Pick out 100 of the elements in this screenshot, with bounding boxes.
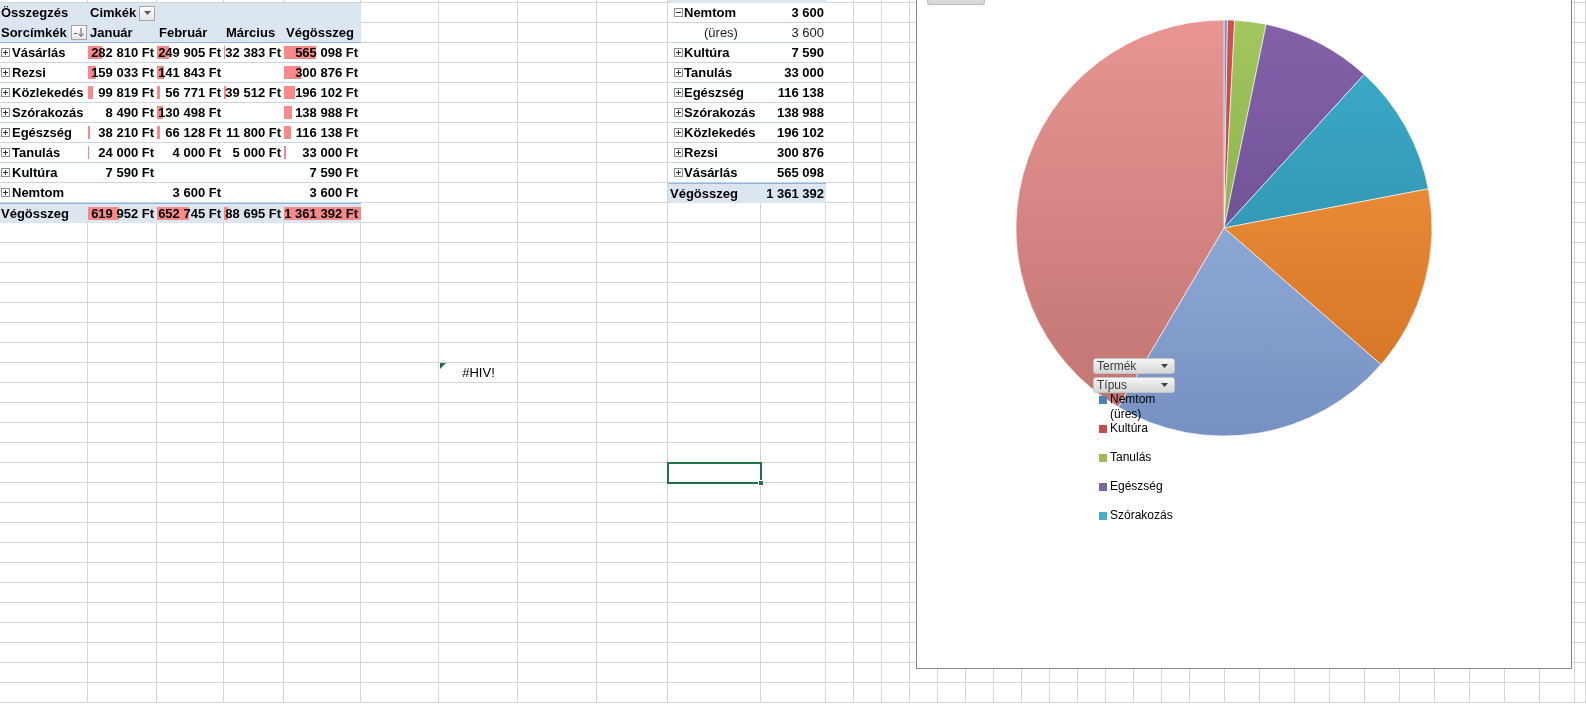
caret-icon [1161, 383, 1168, 387]
legend-label: Szórakozás [1110, 508, 1173, 523]
cell-value: 7 590 Ft [309, 163, 358, 182]
row-label: Egészség [12, 123, 72, 142]
expand-icon[interactable] [1, 48, 10, 57]
cell-value: 33 000 Ft [302, 143, 358, 162]
row-label: Nemtom [684, 3, 736, 22]
cell-value: 3 600 [791, 3, 824, 22]
cell-value: 1 361 392 Ft [284, 204, 358, 223]
cell-value: 56 771 Ft [165, 83, 221, 102]
legend-label: (üres) [1110, 407, 1143, 422]
row-label: Szórakozás [684, 103, 756, 122]
field-button[interactable]: Típus [1093, 377, 1175, 393]
legend-label: Kultúra [1110, 421, 1149, 436]
cell-value: 619 952 Ft [91, 204, 154, 223]
row-label: Rezsi [684, 143, 718, 162]
cell-value: 88 695 Ft [225, 204, 281, 223]
cell-value: 130 498 Ft [158, 103, 221, 122]
cell-value: 138 988 Ft [295, 103, 358, 122]
field-label: Összegzés [1, 4, 69, 23]
expand-icon[interactable] [1, 128, 10, 137]
cell-value: 652 745 Ft [158, 204, 221, 223]
cell-value: 8 490 Ft [105, 103, 154, 122]
cell-value: 1 361 392 [766, 184, 824, 203]
row-label: Szórakozás [12, 103, 84, 122]
row-label: Vásárlás [12, 43, 66, 62]
row-label: Rezsi [12, 63, 46, 82]
cell-value: 38 210 Ft [98, 123, 154, 142]
column-header: Végösszeg [286, 24, 354, 40]
field-button[interactable]: Termék [1093, 358, 1175, 374]
expand-icon[interactable] [1, 188, 10, 197]
row-label: Tanulás [12, 143, 61, 162]
expand-icon[interactable] [674, 148, 683, 157]
expand-icon[interactable] [674, 68, 683, 77]
error-indicator-icon [440, 363, 446, 369]
expand-icon[interactable] [1, 88, 10, 97]
expand-icon[interactable] [1, 68, 10, 77]
cell-value: 7 590 Ft [105, 163, 154, 182]
row-label: Végösszeg [670, 185, 738, 201]
sort-icon [74, 28, 84, 37]
expand-icon[interactable] [674, 168, 683, 177]
expand-icon[interactable] [1, 168, 10, 177]
caret-icon [143, 11, 151, 15]
cell-value: 565 098 Ft [295, 43, 358, 62]
expand-icon[interactable] [674, 108, 683, 117]
cell-value: 32 383 Ft [225, 43, 281, 62]
row-label: Közlekedés [684, 123, 756, 142]
cell-value: 282 810 Ft [91, 43, 154, 62]
cell-value: 138 988 [777, 103, 824, 122]
column-header: Január [90, 24, 133, 40]
expand-icon[interactable] [674, 48, 683, 57]
cell-value: 7 590 [791, 43, 824, 62]
row-label: Végösszeg [1, 204, 69, 223]
caret-icon [1161, 364, 1168, 368]
cell-value: 3 600 [791, 23, 824, 42]
cell-value: 4 000 Ft [172, 143, 221, 162]
collapse-icon[interactable] [674, 8, 683, 17]
column-header: Február [159, 24, 208, 40]
cell-value: 300 876 [777, 143, 824, 162]
filter-button[interactable] [139, 5, 155, 21]
field-label: Sorcímkék [1, 23, 67, 42]
column-header: Március [226, 24, 276, 40]
filter-button[interactable] [71, 25, 87, 40]
row-label: Vásárlás [684, 163, 738, 182]
expand-icon[interactable] [674, 128, 683, 137]
cell-value: 99 819 Ft [98, 83, 154, 102]
cell-value: 116 138 Ft [295, 123, 358, 142]
legend-label: Tanulás [1110, 450, 1152, 465]
fill-handle[interactable] [758, 480, 764, 486]
cell-value: 33 000 [784, 63, 824, 82]
row-label: (üres) [704, 24, 738, 40]
field-label: Cimkék [90, 4, 137, 23]
row-label: Nemtom [12, 183, 64, 202]
row-label: Kultúra [12, 163, 58, 182]
cell-value: 196 102 Ft [295, 83, 358, 102]
cell-value: 3 600 Ft [172, 183, 221, 202]
cell-value: 196 102 [777, 123, 824, 142]
legend-label: Egészség [1110, 479, 1163, 494]
cell-value: 24 000 Ft [98, 143, 154, 162]
cell-value: 3 600 Ft [309, 183, 358, 202]
row-label: Közlekedés [12, 83, 84, 102]
expand-icon[interactable] [1, 108, 10, 117]
selected-cell[interactable] [667, 462, 762, 484]
cell-value: 116 138 [777, 83, 824, 102]
cell-value: 565 098 [777, 163, 824, 182]
cell-value: 159 033 Ft [91, 63, 154, 82]
cell-value: 11 800 Ft [226, 123, 281, 142]
row-label: Tanulás [684, 63, 733, 82]
cell-value: 39 512 Ft [225, 83, 281, 102]
legend-label: Nemtom [1110, 392, 1156, 407]
expand-icon[interactable] [674, 88, 683, 97]
cell-value: 141 843 Ft [158, 63, 221, 82]
expand-icon[interactable] [1, 148, 10, 157]
row-label: Egészség [684, 83, 744, 102]
cell-value: 66 128 Ft [165, 123, 221, 142]
row-label: Kultúra [684, 43, 730, 62]
cell-value: 5 000 Ft [232, 143, 281, 162]
cell-value: 249 905 Ft [158, 43, 221, 62]
cell-value: 300 876 Ft [295, 63, 358, 82]
error-value: #HIV! [462, 364, 495, 383]
